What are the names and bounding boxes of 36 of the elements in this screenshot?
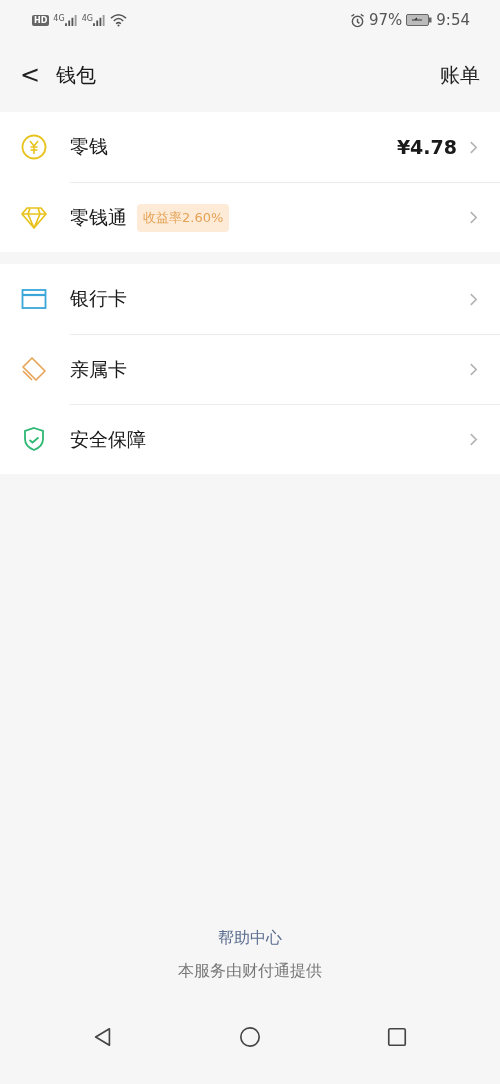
battery-level: 97%	[368, 11, 403, 29]
signal-icon	[92, 14, 106, 26]
home-nav-icon[interactable]	[239, 1026, 261, 1048]
battery-icon	[406, 14, 433, 26]
clock: 9:54	[436, 11, 470, 29]
chevron-right-icon	[469, 362, 478, 377]
yuan-coin-icon	[20, 133, 48, 161]
wifi-icon	[109, 13, 127, 27]
alarm-icon	[349, 12, 365, 28]
recents-nav-icon[interactable]	[385, 1026, 408, 1048]
menu-item[interactable]: 零钱通 收益率2.60%	[0, 182, 500, 252]
network-type: 4G	[53, 14, 65, 23]
back-button[interactable]: <	[14, 63, 47, 87]
item-label: 零钱通	[70, 204, 127, 230]
item-label: 安全保障	[70, 426, 146, 452]
menu-item[interactable]: 零钱 ¥4.78	[0, 112, 500, 182]
network-type: 4G	[81, 14, 93, 23]
item-label: 零钱	[70, 134, 108, 159]
chevron-right-icon	[469, 432, 478, 447]
chevron-right-icon	[469, 210, 478, 225]
tilted-cards-icon	[20, 355, 48, 383]
yield-tag: 收益率2.60%	[137, 203, 230, 232]
item-label: 银行卡	[70, 286, 127, 311]
provider-note: 本服务由财付通提供	[178, 961, 322, 982]
menu-item[interactable]: 银行卡	[0, 264, 500, 334]
menu-item[interactable]: 安全保障	[0, 404, 500, 474]
help-center-link[interactable]: 帮助中心	[218, 928, 282, 949]
item-label: 亲属卡	[70, 356, 127, 382]
hd-indicator: HD	[32, 14, 50, 26]
page-title: 钱包	[56, 61, 97, 89]
menu-item[interactable]: 亲属卡	[0, 334, 500, 404]
chevron-right-icon	[469, 291, 478, 307]
chevron-right-icon	[469, 139, 478, 155]
signal-icon	[64, 14, 78, 26]
bill-button[interactable]: 账单	[440, 61, 480, 89]
balance-amount: ¥4.78	[396, 136, 457, 158]
